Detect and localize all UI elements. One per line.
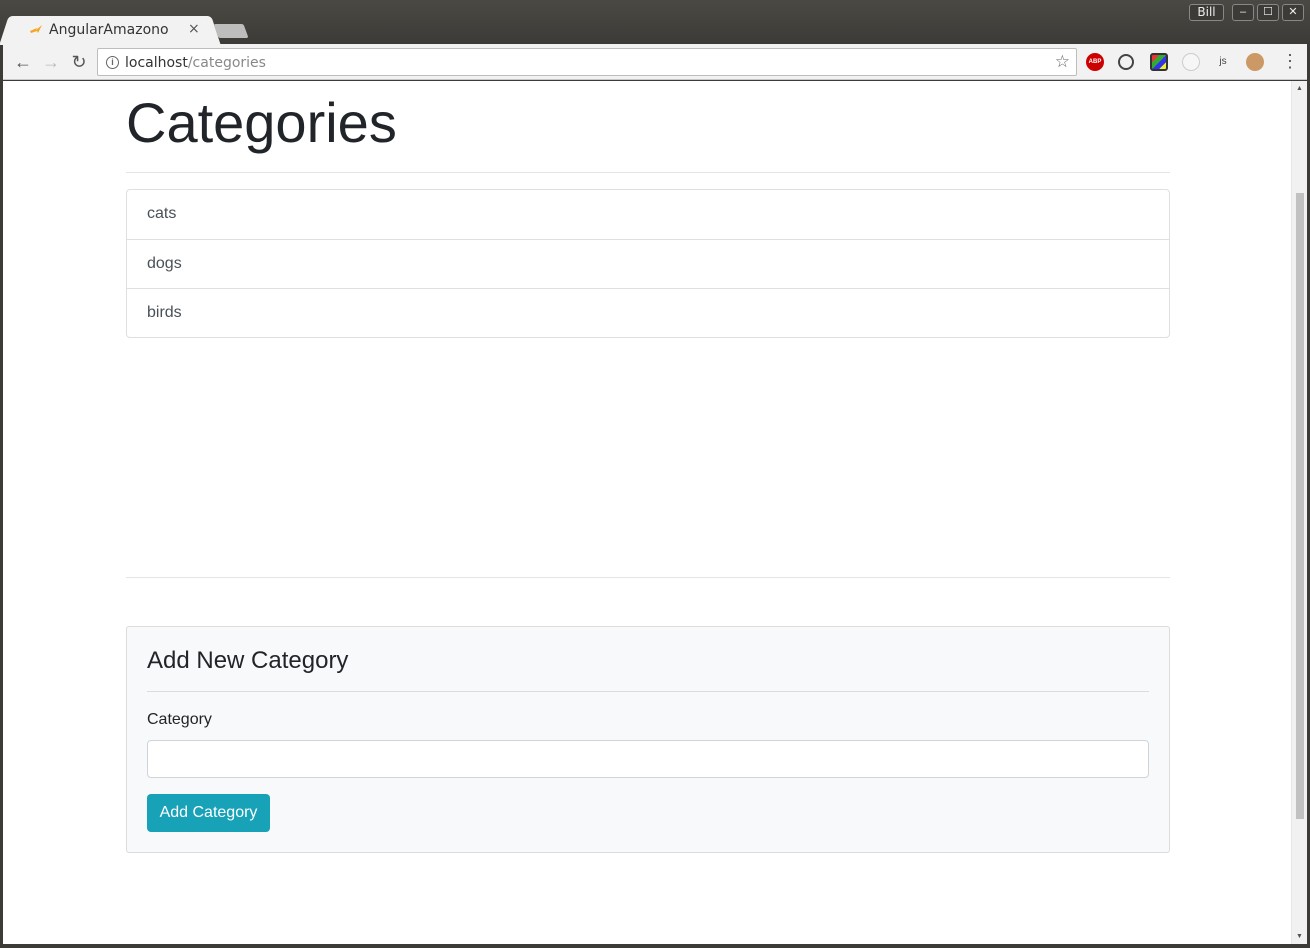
page-title: Categories	[126, 91, 397, 154]
profile-button[interactable]: Bill	[1189, 4, 1224, 21]
back-icon[interactable]: ←	[13, 52, 33, 72]
angular-favicon-icon	[30, 25, 42, 33]
add-category-button[interactable]: Add Category	[147, 794, 270, 832]
info-icon[interactable]: i	[106, 56, 119, 69]
adblock-plus-icon[interactable]: ABP	[1086, 53, 1104, 71]
tab-close-icon[interactable]: ×	[188, 21, 200, 37]
react-devtools-icon[interactable]	[1182, 53, 1200, 71]
browser-window: AngularAmazono × Bill – ☐ ✕ ← → ↻ i loca…	[0, 0, 1310, 948]
card-divider	[147, 691, 1149, 692]
bookmark-star-icon[interactable]: ☆	[1055, 52, 1070, 72]
category-item-birds[interactable]: birds	[127, 288, 1169, 337]
page-scrollbar[interactable]: ▲ ▼	[1291, 81, 1307, 944]
section-divider	[126, 577, 1170, 578]
address-bar[interactable]: i localhost/categories ☆	[97, 48, 1077, 76]
scroll-up-icon[interactable]: ▲	[1296, 85, 1303, 92]
new-tab-button[interactable]	[213, 24, 249, 38]
monkey-icon[interactable]	[1246, 53, 1264, 71]
browser-menu-icon[interactable]: ⋮	[1281, 51, 1299, 71]
category-field-label: Category	[147, 711, 212, 728]
add-category-card: Add New Category Category Add Category	[126, 626, 1170, 853]
category-list: cats dogs birds	[126, 189, 1170, 338]
title-divider	[126, 172, 1170, 173]
sync-icon[interactable]	[1118, 54, 1134, 70]
page-viewport: Categories cats dogs birds Add New Categ…	[3, 81, 1307, 944]
url-path: /categories	[187, 55, 266, 71]
close-window-icon[interactable]: ✕	[1282, 4, 1304, 21]
tab-strip: AngularAmazono × Bill – ☐ ✕	[0, 0, 1310, 45]
nodejs-icon[interactable]: js	[1214, 53, 1232, 71]
minimize-icon[interactable]: –	[1232, 4, 1254, 21]
forward-icon[interactable]: →	[41, 52, 61, 72]
tab-angularamazono[interactable]: AngularAmazono ×	[12, 16, 208, 45]
add-category-heading: Add New Category	[147, 647, 349, 674]
category-item-dogs[interactable]: dogs	[127, 239, 1169, 288]
reload-icon[interactable]: ↻	[69, 52, 89, 72]
scroll-down-icon[interactable]: ▼	[1296, 933, 1303, 940]
category-item-cats[interactable]: cats	[127, 190, 1169, 239]
category-input[interactable]	[147, 740, 1149, 778]
colorzilla-icon[interactable]	[1150, 53, 1168, 71]
url-host: localhost	[125, 55, 188, 71]
browser-toolbar: ← → ↻ i localhost/categories ☆ ABP js ⋮	[3, 44, 1307, 80]
maximize-icon[interactable]: ☐	[1257, 4, 1279, 21]
scrollbar-thumb[interactable]	[1296, 193, 1304, 819]
tab-title: AngularAmazono	[49, 22, 169, 38]
url-text: localhost/categories	[125, 55, 266, 71]
